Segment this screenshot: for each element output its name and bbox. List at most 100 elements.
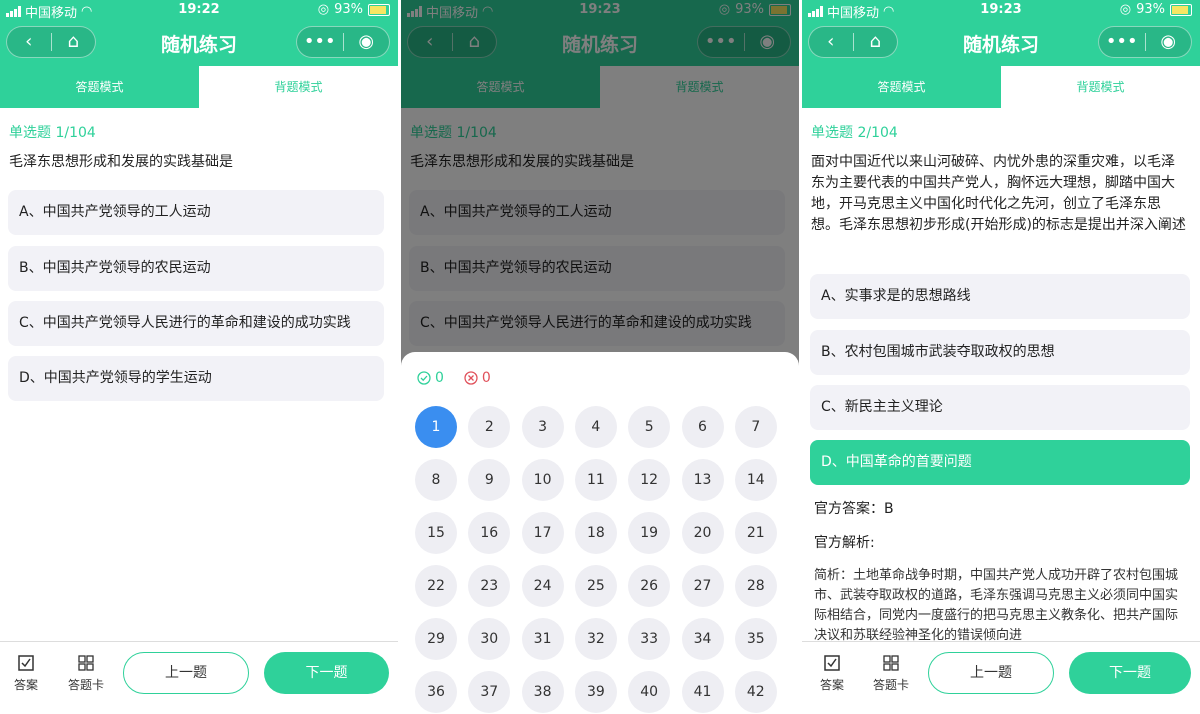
question-number-cell[interactable]: 29: [415, 618, 457, 660]
question-number-cell[interactable]: 35: [734, 618, 777, 660]
answer-card-button[interactable]: 答题卡: [66, 654, 106, 693]
option-d[interactable]: D、中国共产党领导的学生运动: [8, 356, 384, 401]
wrong-count: 0: [464, 370, 491, 386]
location-icon: ◎: [1119, 2, 1132, 17]
question-number-cell[interactable]: 2: [468, 406, 511, 448]
battery-percent: 93%: [334, 2, 363, 17]
next-question-button[interactable]: 下一题: [1069, 652, 1191, 694]
question-number-cell[interactable]: 22: [415, 565, 457, 607]
answer-button[interactable]: 答案: [812, 654, 852, 693]
question-number-cell[interactable]: 15: [415, 512, 457, 554]
question-number-cell[interactable]: 26: [628, 565, 671, 607]
score-summary: 0 0: [417, 370, 491, 386]
bottom-bar: 答案 答题卡 上一题 下一题: [802, 641, 1200, 714]
analysis-text: 简析：土地革命战争时期，中国共产党人成功开辟了农村包围城市、武装夺取政权的道路，…: [814, 568, 1179, 642]
tab-answer-mode[interactable]: 答题模式: [0, 66, 199, 108]
option-a[interactable]: A、实事求是的思想路线: [810, 274, 1190, 319]
answer-card-sheet: 0 0 1 2 3 4 5 6 7 8 9 10 11 12 13 14 15 16 17 18 19 20 21 22 2…: [401, 352, 799, 714]
close-target-icon[interactable]: ◉: [344, 27, 390, 57]
question-number-cell[interactable]: 8: [415, 459, 457, 501]
option-a[interactable]: A、中国共产党领导的工人运动: [8, 190, 384, 235]
question-number-cell[interactable]: 20: [681, 512, 724, 554]
question-number-cell[interactable]: 14: [734, 459, 777, 501]
tab-answer-mode[interactable]: 答题模式: [802, 66, 1001, 108]
status-bar: 中国移动◠ 19:23 ◎93%: [802, 0, 1200, 21]
checkbox-icon: [824, 655, 840, 671]
option-c[interactable]: C、新民主主义理论: [810, 385, 1190, 430]
tab-recite-mode[interactable]: 背题模式: [1001, 66, 1200, 108]
question-number-cell[interactable]: 11: [574, 459, 617, 501]
prev-question-button[interactable]: 上一题: [123, 652, 249, 694]
question-number-cell[interactable]: 9: [468, 459, 511, 501]
question-number-cell[interactable]: 12: [628, 459, 671, 501]
correct-count-value: 0: [435, 370, 444, 386]
question-number-cell[interactable]: 38: [521, 671, 564, 713]
screen-answer-card: 中国移动◠ 19:23 ◎93% ‹⌂ 随机练习 •••◉ 答题模式 背题模式 …: [401, 0, 799, 714]
more-icon[interactable]: •••: [1099, 27, 1145, 57]
answer-card-button[interactable]: 答题卡: [871, 654, 911, 693]
question-number-cell[interactable]: 1: [415, 406, 457, 448]
battery-percent: 93%: [1136, 2, 1165, 17]
grid-icon: [883, 655, 899, 671]
question-number-cell[interactable]: 17: [521, 512, 564, 554]
question-number-cell[interactable]: 25: [574, 565, 617, 607]
option-d-selected[interactable]: D、中国革命的首要问题: [810, 440, 1190, 485]
option-c[interactable]: C、中国共产党领导人民进行的革命和建设的成功实践: [8, 301, 384, 346]
location-icon: ◎: [317, 2, 330, 17]
question-number-cell[interactable]: 24: [521, 565, 564, 607]
close-target-icon[interactable]: ◉: [1146, 27, 1192, 57]
answer-card-label: 答题卡: [872, 678, 909, 692]
correct-count: 0: [417, 370, 444, 386]
question-number: 单选题 1/104: [9, 125, 96, 141]
question-number-cell[interactable]: 18: [574, 512, 617, 554]
question-number-cell[interactable]: 21: [734, 512, 777, 554]
answer-button[interactable]: 答案: [6, 654, 46, 693]
next-question-button[interactable]: 下一题: [264, 652, 389, 694]
wrong-count-value: 0: [481, 370, 491, 386]
question-number-cell[interactable]: 16: [468, 512, 511, 554]
question-number-cell[interactable]: 40: [628, 671, 671, 713]
question-number-cell[interactable]: 39: [574, 671, 617, 713]
check-circle-icon: [417, 371, 431, 385]
answer-label: 答案: [13, 678, 38, 692]
question-number-cell[interactable]: 7: [734, 406, 777, 448]
battery-icon: [368, 3, 390, 16]
mode-tabs: 答题模式 背题模式: [0, 66, 398, 108]
question-number-cell[interactable]: 42: [734, 671, 777, 713]
question-number-cell[interactable]: 33: [628, 618, 671, 660]
bottom-bar: 答案 答题卡 上一题 下一题: [0, 641, 398, 714]
question-number-cell[interactable]: 27: [681, 565, 724, 607]
status-bar: 中国移动 ◠ 19:22 ◎ 93%: [0, 0, 398, 21]
question-number-cell[interactable]: 32: [574, 618, 617, 660]
question-number-cell[interactable]: 30: [468, 618, 511, 660]
question-number-cell[interactable]: 6: [681, 406, 724, 448]
question-number-cell[interactable]: 37: [468, 671, 511, 713]
prev-question-button[interactable]: 上一题: [928, 652, 1054, 694]
question-number-cell[interactable]: 5: [628, 406, 671, 448]
question-number-cell[interactable]: 41: [681, 671, 724, 713]
nav-bar: ‹⌂ 随机练习 •••◉: [802, 20, 1200, 66]
battery-icon: [1170, 3, 1192, 16]
mode-tabs: 答题模式 背题模式: [802, 66, 1200, 108]
answer-card-label: 答题卡: [67, 678, 104, 692]
question-number-cell[interactable]: 3: [521, 406, 564, 448]
question-number-cell[interactable]: 34: [681, 618, 724, 660]
option-b[interactable]: B、农村包围城市武装夺取政权的思想: [810, 330, 1190, 375]
miniapp-capsule: •••◉: [296, 26, 390, 58]
question-number-cell[interactable]: 31: [521, 618, 564, 660]
tab-recite-mode[interactable]: 背题模式: [199, 66, 398, 108]
question-number-cell[interactable]: 13: [681, 459, 724, 501]
option-b[interactable]: B、中国共产党领导的农民运动: [8, 246, 384, 291]
miniapp-capsule: •••◉: [1098, 26, 1192, 58]
question-number-cell[interactable]: 19: [628, 512, 671, 554]
question-number-cell[interactable]: 10: [521, 459, 564, 501]
answer-label: 答案: [819, 678, 844, 692]
screen-practice-answer-mode: 中国移动 ◠ 19:22 ◎ 93% ‹ ⌂ 随机练习 ••• ◉ 答题模式 背题模式 …: [0, 0, 398, 714]
question-number-cell[interactable]: 4: [574, 406, 617, 448]
question-number-cell[interactable]: 36: [415, 671, 457, 713]
grid-icon: [78, 655, 94, 671]
checkbox-icon: [18, 655, 34, 671]
question-number-cell[interactable]: 28: [734, 565, 777, 607]
question-number-cell[interactable]: 23: [468, 565, 511, 607]
more-icon[interactable]: •••: [297, 27, 343, 57]
